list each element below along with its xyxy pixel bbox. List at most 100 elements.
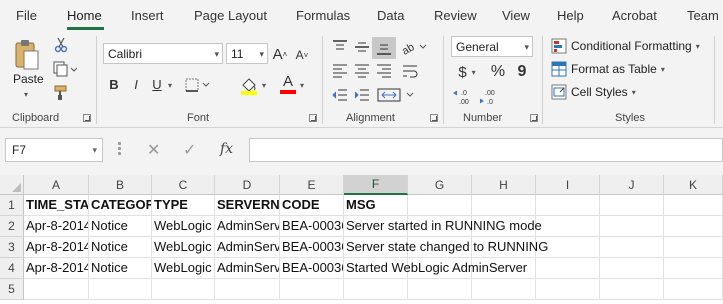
font-color-dropdown-icon[interactable]: ▾ xyxy=(300,81,304,90)
tab-review[interactable]: Review xyxy=(434,8,477,23)
header-cell[interactable]: CODE xyxy=(280,195,344,216)
italic-button[interactable]: I xyxy=(128,74,144,94)
tab-home[interactable]: Home xyxy=(67,8,102,23)
cell-b5[interactable] xyxy=(89,279,152,300)
font-name-select[interactable]: Calibri ▾ xyxy=(103,43,223,64)
align-center-icon[interactable] xyxy=(352,62,372,80)
column-header-h[interactable]: H xyxy=(472,175,536,195)
formula-input[interactable] xyxy=(249,138,723,162)
font-launcher-icon[interactable] xyxy=(309,114,317,122)
cell-f5[interactable] xyxy=(344,279,408,300)
increase-indent-icon[interactable] xyxy=(352,86,372,104)
worksheet-grid[interactable]: ABCDEFGHIJK 12345 TIME_STAMPCATEGORYTYPESE… xyxy=(0,175,723,304)
cancel-icon[interactable]: ✕ xyxy=(147,140,160,160)
tab-team[interactable]: Team xyxy=(687,8,719,23)
tab-acrobat[interactable]: Acrobat xyxy=(612,8,657,23)
table-cell[interactable]: Notice xyxy=(89,258,152,279)
decrease-indent-icon[interactable] xyxy=(330,86,350,104)
tab-file[interactable]: File xyxy=(16,8,37,23)
header-cell[interactable]: CATEGORY xyxy=(89,195,152,216)
conditional-formatting-button[interactable]: Conditional Formatting ▾ xyxy=(551,38,700,54)
table-cell[interactable]: BEA-000365 xyxy=(280,237,344,258)
format-as-table-button[interactable]: Format as Table ▾ xyxy=(551,61,665,77)
formula-bar-splitter[interactable] xyxy=(118,142,121,158)
cell-i5[interactable] xyxy=(536,279,600,300)
row-header-5[interactable]: 5 xyxy=(0,279,24,300)
header-cell[interactable]: MSG xyxy=(344,195,644,216)
insert-function-icon[interactable]: fx xyxy=(220,141,233,157)
column-header-d[interactable]: D xyxy=(215,175,280,195)
accounting-format-button[interactable]: $ ▾ xyxy=(452,62,482,82)
paste-icon[interactable] xyxy=(10,38,44,74)
table-cell[interactable]: Notice xyxy=(89,237,152,258)
table-cell[interactable]: Apr-8-2014 xyxy=(24,258,89,279)
cell-k5[interactable] xyxy=(664,279,723,300)
column-header-g[interactable]: G xyxy=(408,175,472,195)
table-cell[interactable]: Notice xyxy=(89,216,152,237)
header-cell[interactable]: TYPE xyxy=(152,195,215,216)
tab-view[interactable]: View xyxy=(502,8,530,23)
cell-a5[interactable] xyxy=(24,279,89,300)
alignment-launcher-icon[interactable] xyxy=(430,114,438,122)
cell-c5[interactable] xyxy=(152,279,215,300)
row-header-1[interactable]: 1 xyxy=(0,195,24,216)
copy-icon[interactable] xyxy=(50,60,78,78)
decrease-font-size-button[interactable]: A ˅ xyxy=(293,46,311,64)
row-header-2[interactable]: 2 xyxy=(0,216,24,237)
cell-k3[interactable] xyxy=(664,237,723,258)
number-launcher-icon[interactable] xyxy=(530,114,538,122)
column-header-i[interactable]: I xyxy=(536,175,600,195)
table-cell[interactable]: Started WebLogic AdminServer xyxy=(344,258,644,279)
cell-k1[interactable] xyxy=(664,195,723,216)
column-header-f[interactable]: F xyxy=(344,175,408,195)
table-cell[interactable]: WebLogic xyxy=(152,237,215,258)
underline-button[interactable]: U xyxy=(149,74,165,94)
number-format-select[interactable]: General ▾ xyxy=(451,36,533,57)
cell-j5[interactable] xyxy=(600,279,664,300)
middle-align-icon[interactable] xyxy=(352,38,372,56)
column-header-k[interactable]: K xyxy=(664,175,723,195)
tab-page-layout[interactable]: Page Layout xyxy=(194,8,267,23)
cell-g5[interactable] xyxy=(408,279,472,300)
column-header-e[interactable]: E xyxy=(280,175,344,195)
fill-color-dropdown-icon[interactable]: ▾ xyxy=(262,81,266,90)
clipboard-launcher-icon[interactable] xyxy=(83,114,91,122)
tab-insert[interactable]: Insert xyxy=(131,8,164,23)
table-cell[interactable]: Apr-8-2014 xyxy=(24,216,89,237)
borders-icon[interactable] xyxy=(184,76,212,94)
table-cell[interactable]: Server started in RUNNING mode xyxy=(344,216,644,237)
bold-button[interactable]: B xyxy=(106,74,122,94)
column-header-c[interactable]: C xyxy=(152,175,215,195)
row-header-3[interactable]: 3 xyxy=(0,237,24,258)
underline-dropdown-icon[interactable]: ▾ xyxy=(168,81,172,90)
bottom-align-icon[interactable] xyxy=(372,37,396,59)
cell-k2[interactable] xyxy=(664,216,723,237)
table-cell[interactable]: WebLogic xyxy=(152,216,215,237)
orientation-icon[interactable]: ab xyxy=(400,38,428,56)
table-cell[interactable]: BEA-000360 xyxy=(280,216,344,237)
column-header-j[interactable]: J xyxy=(600,175,664,195)
percent-style-button[interactable]: % xyxy=(488,62,508,82)
table-cell[interactable]: AdminServer xyxy=(215,237,280,258)
cell-d5[interactable] xyxy=(215,279,280,300)
increase-font-size-button[interactable]: A ˄ xyxy=(271,44,289,64)
align-right-icon[interactable] xyxy=(374,62,394,80)
cut-icon[interactable] xyxy=(52,36,70,54)
cell-h5[interactable] xyxy=(472,279,536,300)
select-all-button[interactable] xyxy=(0,175,24,195)
table-cell[interactable]: AdminServer xyxy=(215,216,280,237)
top-align-icon[interactable] xyxy=(330,38,350,56)
comma-style-button[interactable]: 9 xyxy=(512,62,532,82)
font-color-button[interactable]: A xyxy=(278,72,298,96)
column-header-a[interactable]: A xyxy=(24,175,89,195)
table-cell[interactable]: BEA-000360 xyxy=(280,258,344,279)
cell-e5[interactable] xyxy=(280,279,344,300)
paste-dropdown-icon[interactable]: ▾ xyxy=(24,90,28,99)
cell-styles-button[interactable]: Cell Styles ▾ xyxy=(551,84,636,100)
enter-icon[interactable]: ✓ xyxy=(183,140,196,160)
name-box[interactable]: F7 ▾ xyxy=(5,138,103,162)
font-size-select[interactable]: 11 ▾ xyxy=(226,43,268,64)
header-cell[interactable]: TIME_STAMP xyxy=(24,195,89,216)
table-cell[interactable]: WebLogic xyxy=(152,258,215,279)
column-header-b[interactable]: B xyxy=(89,175,152,195)
